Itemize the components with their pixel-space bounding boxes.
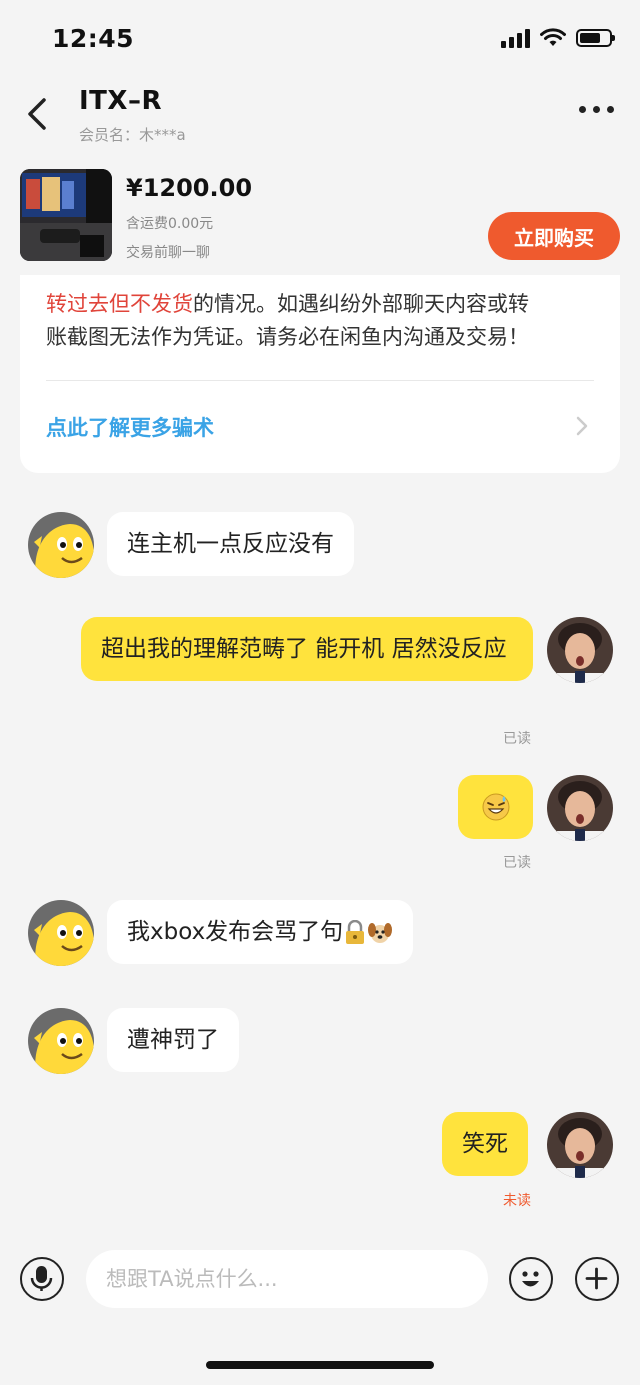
read-status: 已读 xyxy=(503,855,531,871)
message-input[interactable] xyxy=(86,1250,488,1308)
fish-mascot-avatar xyxy=(28,900,94,966)
message-text: 我xbox发布会骂了句 xyxy=(127,919,344,945)
product-price: ¥1200.00 xyxy=(126,174,253,202)
member-name: 会员名：木***a xyxy=(79,126,186,144)
seller-avatar[interactable] xyxy=(28,1008,94,1074)
more-dot-icon xyxy=(607,106,614,113)
plus-icon xyxy=(585,1267,608,1290)
message-bubble[interactable]: 遭神罚了 xyxy=(107,1008,239,1072)
message-bubble[interactable]: 我xbox发布会骂了句 xyxy=(107,900,414,964)
my-avatar[interactable] xyxy=(547,775,613,841)
wifi-icon xyxy=(540,28,566,46)
my-avatar[interactable] xyxy=(547,1112,613,1178)
status-time: 12:45 xyxy=(52,24,135,53)
voice-button[interactable] xyxy=(20,1257,64,1301)
cellular-signal-icon xyxy=(501,28,530,48)
chat-header: ITX–R 会员名：木***a xyxy=(0,82,640,152)
divider xyxy=(46,380,594,381)
user-photo-avatar xyxy=(547,617,613,683)
microphone-icon xyxy=(30,1266,53,1291)
seller-avatar[interactable] xyxy=(28,512,94,578)
shipping-fee: 含运费0.00元 xyxy=(126,216,214,232)
chat-note: 交易前聊一聊 xyxy=(126,245,210,261)
status-bar: 12:45 xyxy=(0,0,640,82)
product-image[interactable] xyxy=(20,169,112,261)
grinning-sweat-face-icon xyxy=(482,793,509,821)
warning-highlight: 转过去但不发货 xyxy=(46,292,193,316)
read-status: 已读 xyxy=(503,731,531,747)
seller-avatar[interactable] xyxy=(28,900,94,966)
more-dot-icon xyxy=(579,106,586,113)
chevron-left-icon xyxy=(28,98,46,130)
buy-now-button[interactable]: 立即购买 xyxy=(488,212,620,260)
message-bubble[interactable]: 连主机一点反应没有 xyxy=(107,512,354,576)
user-photo-avatar xyxy=(547,1112,613,1178)
product-photo xyxy=(20,169,112,261)
battery-icon xyxy=(576,29,615,47)
learn-more-link[interactable]: 点此了解更多骗术 xyxy=(46,412,214,442)
warning-line1: 的情况。如遇纠纷外部聊天内容或转 xyxy=(193,292,529,316)
home-indicator xyxy=(206,1361,434,1369)
lock-icon xyxy=(346,919,365,944)
emoji-button[interactable] xyxy=(509,1257,553,1301)
back-button[interactable] xyxy=(20,92,60,136)
emoji-bubble[interactable] xyxy=(458,775,533,839)
more-options-button[interactable] xyxy=(579,106,614,113)
product-bar: ¥1200.00 含运费0.00元 交易前聊一聊 立即购买 xyxy=(0,160,640,275)
smiley-icon xyxy=(522,1271,539,1287)
message-bubble[interactable]: 超出我的理解范畴了 能开机 居然没反应 xyxy=(81,617,533,681)
more-dot-icon xyxy=(593,106,600,113)
add-attachment-button[interactable] xyxy=(575,1257,619,1301)
fish-mascot-avatar xyxy=(28,1008,94,1074)
my-avatar[interactable] xyxy=(547,617,613,683)
unread-status: 未读 xyxy=(503,1193,531,1209)
input-bar xyxy=(0,1240,640,1320)
chevron-right-icon xyxy=(576,416,588,436)
user-photo-avatar xyxy=(547,775,613,841)
chat-title: ITX–R xyxy=(79,86,162,116)
fish-mascot-avatar xyxy=(28,512,94,578)
message-bubble[interactable]: 笑死 xyxy=(442,1112,528,1176)
dog-face-icon xyxy=(368,922,393,943)
warning-text: 转过去但不发货的情况。如遇纠纷外部聊天内容或转 账截图无法作为凭证。请务必在闲鱼… xyxy=(46,288,596,354)
warning-line2: 账截图无法作为凭证。请务必在闲鱼内沟通及交易！ xyxy=(46,325,529,349)
status-icons xyxy=(501,28,615,48)
